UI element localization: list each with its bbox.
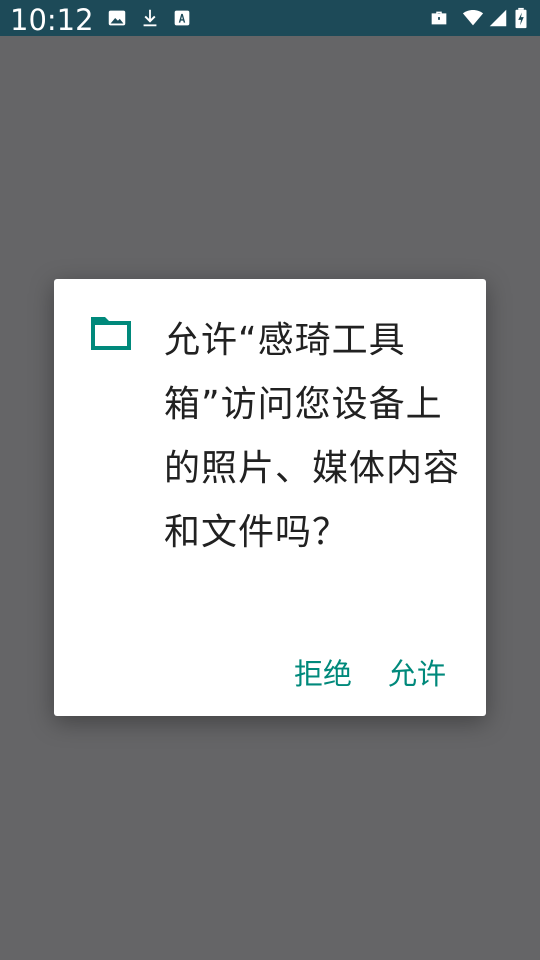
battery-charging-icon <box>514 7 528 29</box>
image-icon <box>106 7 128 29</box>
download-icon <box>139 7 161 29</box>
status-bar: 10:12 <box>0 0 540 37</box>
deny-button[interactable]: 拒绝 <box>294 649 352 699</box>
wifi-icon <box>462 7 484 29</box>
briefcase-icon <box>428 7 450 29</box>
a-icon <box>171 7 193 29</box>
signal-icon <box>487 7 509 29</box>
permission-dialog: 允许“感琦工具箱”访问您设备上的照片、媒体内容和文件吗？ 拒绝 允许 <box>54 279 486 716</box>
allow-button[interactable]: 允许 <box>388 649 446 699</box>
dialog-actions: 拒绝 允许 <box>294 649 446 699</box>
status-time: 10:12 <box>10 3 94 37</box>
dialog-message: 允许“感琦工具箱”访问您设备上的照片、媒体内容和文件吗？ <box>164 320 461 553</box>
folder-icon <box>88 313 134 353</box>
